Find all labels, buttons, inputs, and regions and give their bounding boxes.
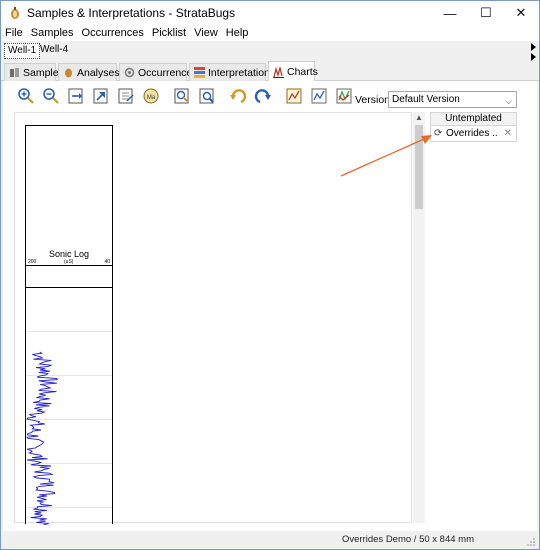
tab-analyses[interactable]: Analyses <box>58 63 120 81</box>
sonic-log-track[interactable]: Sonic Log 200 (uS) 40 <box>25 125 113 525</box>
title-bar: Samples & Interpretations - StrataBugs —… <box>1 1 539 25</box>
arrow-right-icon[interactable] <box>531 43 536 51</box>
main-tabs: Samples Analyses Occurrences Interpretat… <box>1 61 539 82</box>
minimize-button[interactable]: — <box>433 1 467 25</box>
menu-help[interactable]: Help <box>222 27 253 39</box>
undo-icon[interactable] <box>227 86 248 107</box>
tab-well-4[interactable]: Well-4 <box>37 43 71 59</box>
template-panel: Untemplated ⟳ Overrides .. ✕ <box>430 112 517 523</box>
measure-icon[interactable]: Ma <box>140 86 161 107</box>
app-window: Samples & Interpretations - StrataBugs —… <box>0 0 540 550</box>
charts-panel: Ma Version: Default Version ⌵ Sonic Log … <box>3 81 537 531</box>
chevron-down-icon: ⌵ <box>505 96 512 106</box>
resize-grip-icon[interactable] <box>526 537 536 547</box>
occurrences-icon <box>124 67 135 78</box>
interpretations-icon <box>194 67 205 78</box>
version-select[interactable]: Default Version ⌵ <box>388 91 517 108</box>
maximize-button[interactable]: ☐ <box>469 1 503 25</box>
chart-canvas[interactable]: Sonic Log 200 (uS) 40 <box>14 112 412 525</box>
charts-icon <box>273 64 284 78</box>
export-icon[interactable] <box>115 86 136 107</box>
close-button[interactable]: ✕ <box>504 1 538 25</box>
menu-bar: File Samples Occurrences Picklist View H… <box>1 25 539 41</box>
chart-vertical-scrollbar[interactable]: ▲ <box>413 112 425 523</box>
svg-text:Ma: Ma <box>146 95 155 101</box>
tab-charts[interactable]: Charts <box>268 61 318 82</box>
tab-well-1[interactable]: Well-1 <box>4 43 41 59</box>
tab-label: Interpretations <box>208 66 276 79</box>
tab-samples[interactable]: Samples <box>4 63 64 81</box>
menu-samples[interactable]: Samples <box>27 27 78 39</box>
template-item-overrides[interactable]: ⟳ Overrides .. ✕ <box>430 126 517 142</box>
panel-arrows[interactable] <box>528 41 538 63</box>
scroll-up-icon[interactable]: ▲ <box>413 112 425 124</box>
chart-style-icon[interactable] <box>333 86 354 107</box>
chart-settings-icon[interactable] <box>283 86 304 107</box>
version-value: Default Version <box>392 94 460 105</box>
chart-edit-icon[interactable] <box>308 86 329 107</box>
status-bar: Overrides Demo / 50 x 844 mm <box>1 531 539 549</box>
tab-label: Charts <box>287 66 318 78</box>
menu-view[interactable]: View <box>190 27 222 39</box>
close-icon[interactable]: ✕ <box>504 128 512 139</box>
zoom-out-icon[interactable] <box>40 86 61 107</box>
template-item-label: Overrides .. <box>446 128 498 139</box>
stratabugs-app-icon <box>11 7 19 19</box>
tab-interpretations[interactable]: Interpretations <box>189 63 275 81</box>
status-text: Overrides Demo / 50 x 844 mm <box>342 534 474 545</box>
samples-icon <box>9 67 20 78</box>
arrow-right-icon[interactable] <box>531 53 536 61</box>
fit-width-icon[interactable] <box>65 86 86 107</box>
tab-label: Analyses <box>77 66 120 79</box>
zoom-window-icon[interactable] <box>171 86 192 107</box>
refresh-icon: ⟳ <box>434 128 443 139</box>
fit-export-icon[interactable] <box>90 86 111 107</box>
menu-file[interactable]: File <box>1 27 27 39</box>
redo-icon[interactable] <box>252 86 273 107</box>
template-panel-header: Untemplated <box>430 112 517 126</box>
zoom-region-icon[interactable] <box>196 86 217 107</box>
menu-picklist[interactable]: Picklist <box>148 27 190 39</box>
sonic-log-curve <box>26 351 59 525</box>
chart-toolbar: Ma <box>15 84 358 108</box>
scrollbar-thumb[interactable] <box>415 125 423 209</box>
analyses-icon <box>63 67 74 78</box>
well-tabs: Well-1 Well-4 <box>1 41 539 61</box>
menu-occurrences[interactable]: Occurrences <box>78 27 148 39</box>
tab-occurrences[interactable]: Occurrences <box>119 63 198 81</box>
zoom-in-icon[interactable] <box>15 86 36 107</box>
window-title: Samples & Interpretations - StrataBugs <box>27 6 236 20</box>
